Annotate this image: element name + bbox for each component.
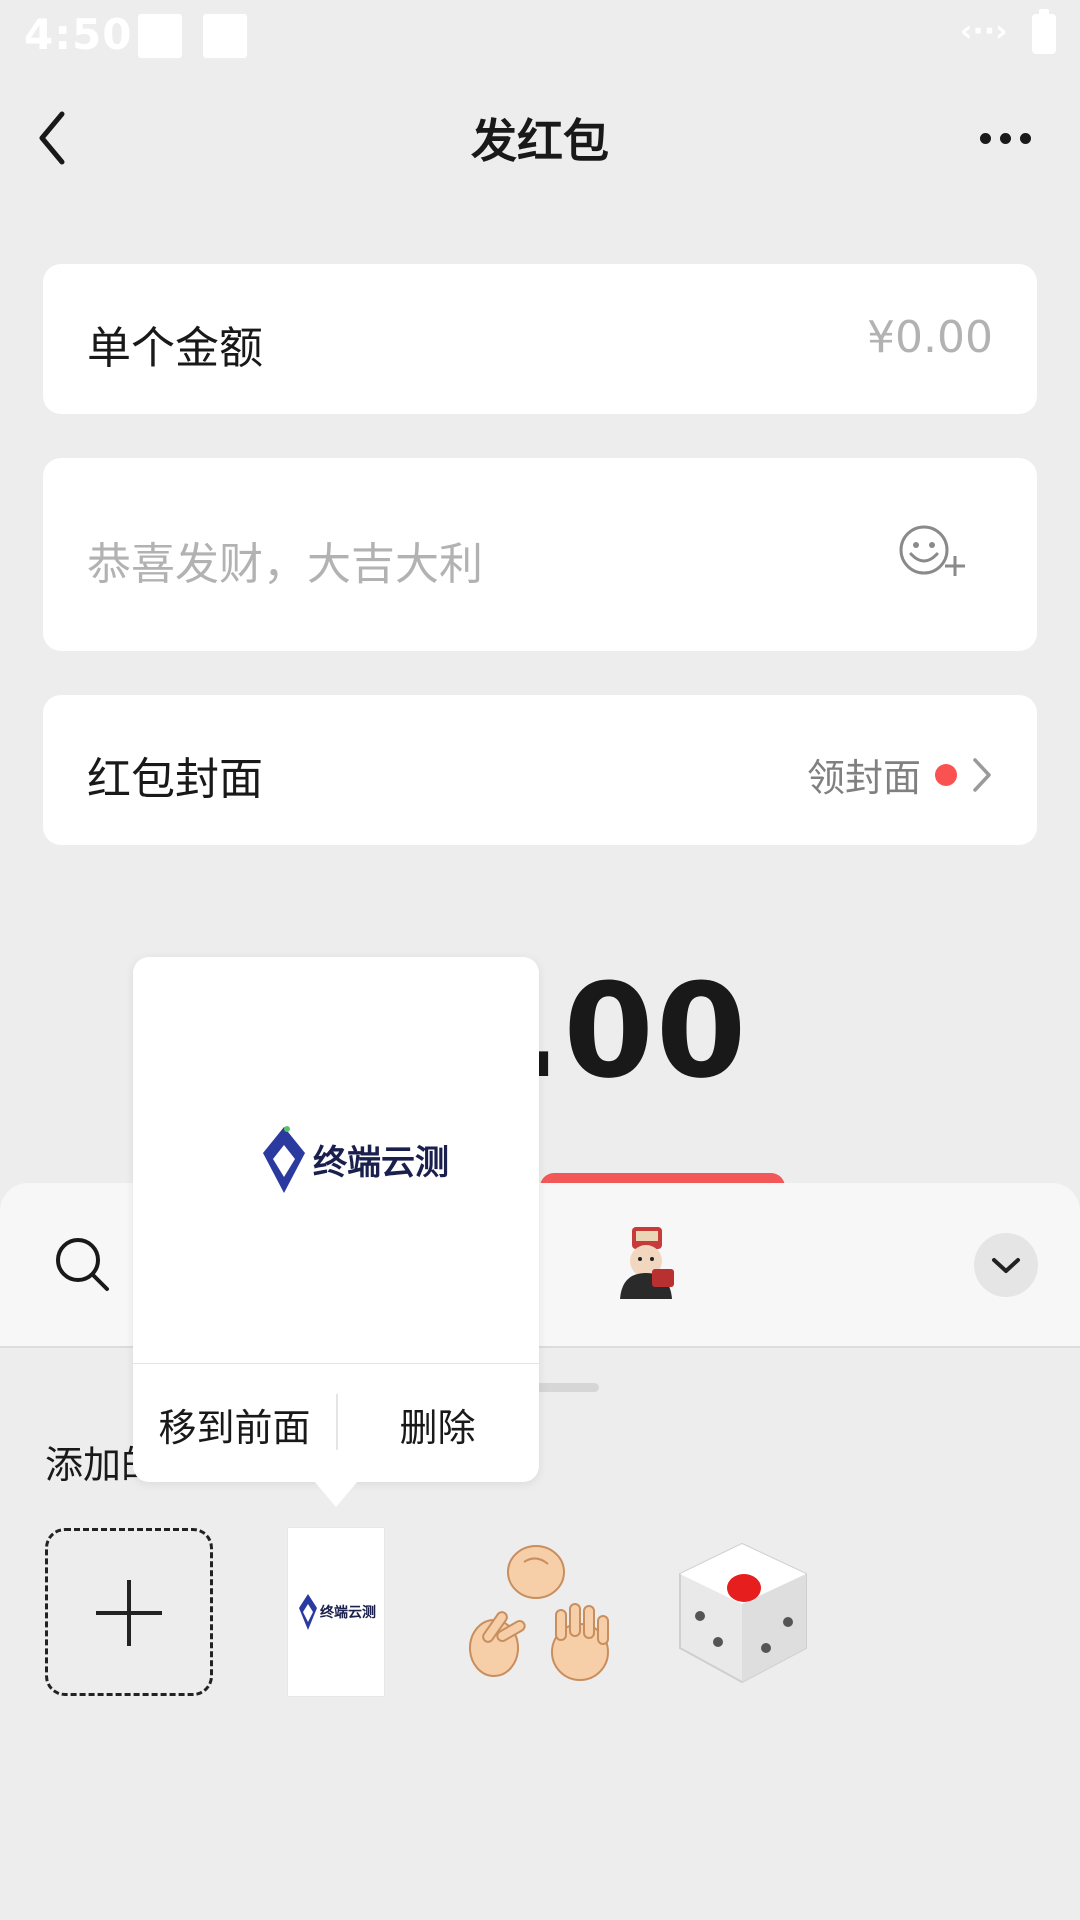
- logo-text: 终端云测: [313, 1142, 449, 1183]
- status-bar: 4:50 ‹··›: [0, 0, 1080, 75]
- rock-paper-scissors-icon: [469, 1545, 609, 1681]
- cover-card[interactable]: 红包封面 领封面: [43, 695, 1037, 845]
- new-badge-dot: [935, 763, 957, 786]
- greeting-card[interactable]: 恭喜发财，大吉大利: [43, 458, 1037, 651]
- emoji-add-button[interactable]: [898, 524, 968, 584]
- move-to-front-button[interactable]: 移到前面: [133, 1397, 336, 1452]
- dot: [1020, 133, 1031, 144]
- amount-label: 单个金额: [87, 323, 263, 374]
- divider: [133, 1363, 539, 1364]
- dot: [1000, 133, 1011, 144]
- logo-preview: 终端云测: [261, 1123, 449, 1195]
- cover-label: 红包封面: [87, 754, 263, 805]
- data-transfer-icon: ‹··›: [960, 14, 1008, 49]
- chevron-down-icon: [992, 1258, 1020, 1273]
- sticker-tile-logo[interactable]: 终端云测: [287, 1527, 385, 1697]
- notification-icon: [138, 14, 182, 58]
- collapse-panel-button[interactable]: [974, 1233, 1038, 1297]
- add-sticker-button[interactable]: [45, 1528, 213, 1696]
- sticker-context-popup: 终端云测 移到前面 删除: [133, 957, 539, 1482]
- sticker-tab-character[interactable]: [610, 1225, 680, 1303]
- total-amount: .00: [512, 955, 749, 1107]
- delete-button[interactable]: 删除: [336, 1397, 539, 1452]
- sticker-tile-rock-paper-scissors[interactable]: [460, 1540, 620, 1688]
- logo-text: 终端云测: [320, 1605, 376, 1621]
- battery-icon: [1032, 9, 1056, 54]
- greeting-input[interactable]: 恭喜发财，大吉大利: [87, 528, 483, 592]
- chevron-right-icon: [973, 757, 991, 792]
- page-title: 发红包: [471, 114, 609, 168]
- logo-diamond-icon: [263, 1126, 305, 1193]
- more-options-button[interactable]: [978, 128, 1034, 148]
- drag-handle[interactable]: [535, 1383, 599, 1392]
- dot: [980, 133, 991, 144]
- logo-diamond-icon: [299, 1594, 317, 1630]
- emoji-plus-icon: [899, 525, 965, 576]
- status-time: 4:50: [24, 10, 133, 59]
- dice-icon: [679, 1542, 807, 1684]
- sticker-tile-dice[interactable]: [670, 1538, 816, 1688]
- get-cover-label: 领封面: [806, 756, 921, 800]
- amount-input[interactable]: ¥0.00: [867, 312, 993, 363]
- search-button[interactable]: [52, 1234, 114, 1296]
- amount-card[interactable]: 单个金额 ¥0.00: [43, 264, 1037, 414]
- character-sticker-icon: [620, 1227, 674, 1299]
- get-cover-link[interactable]: 领封面: [807, 747, 993, 802]
- notification-icon: [203, 14, 247, 58]
- search-icon: [56, 1238, 109, 1291]
- logo-thumbnail: 终端云测: [298, 1592, 376, 1632]
- popup-pointer: [314, 1481, 358, 1507]
